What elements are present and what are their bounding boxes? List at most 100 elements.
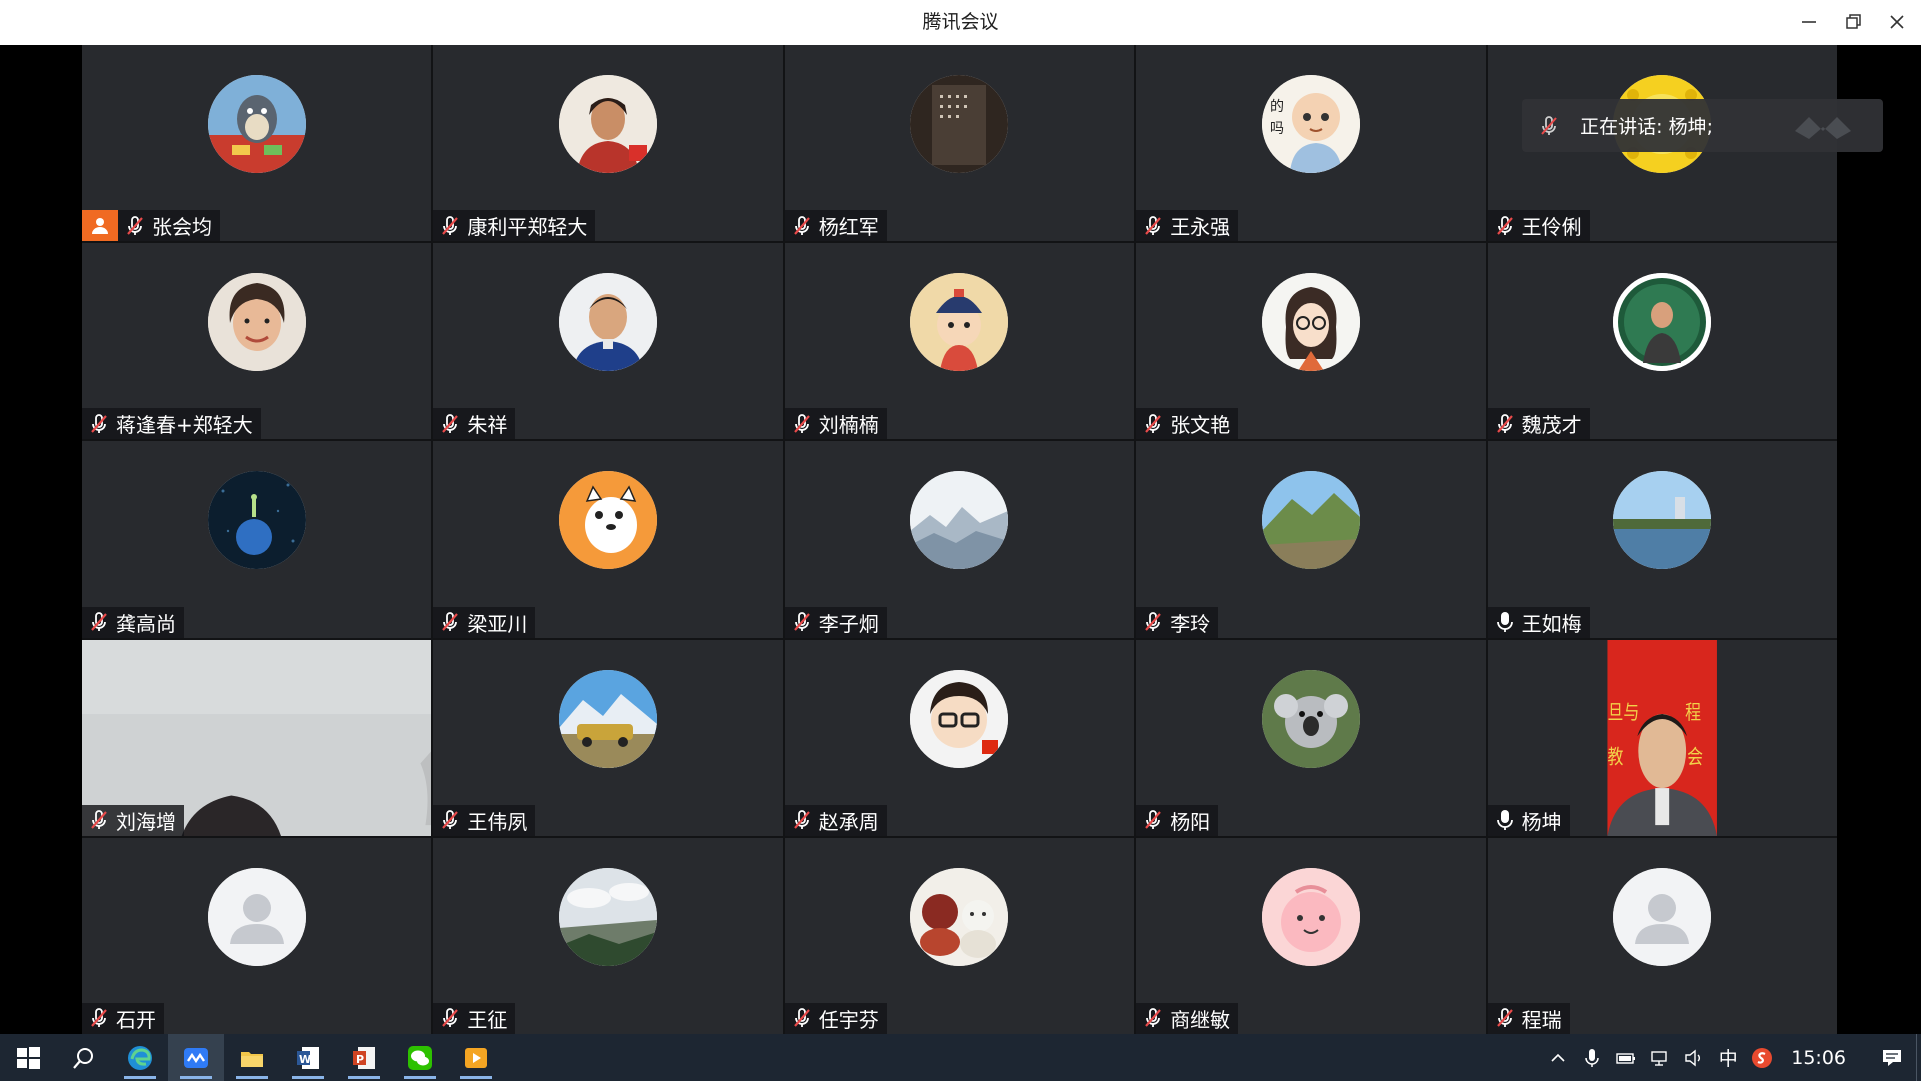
participant-tile[interactable]: 王伟夙 xyxy=(433,639,783,836)
participant-tile[interactable]: 康利平郑轻大 xyxy=(433,45,783,242)
cartoon-glasses-girl-avatar xyxy=(1261,273,1360,372)
mic-muted-icon xyxy=(1140,213,1166,239)
powerpoint-taskbar-button[interactable]: P xyxy=(336,1034,392,1081)
restore-button[interactable] xyxy=(1839,8,1867,36)
pink-cartoon-avatar xyxy=(1261,867,1360,966)
participant-tile[interactable]: 王如梅 xyxy=(1487,441,1837,638)
participant-tile[interactable]: 赵承周 xyxy=(784,639,1135,836)
show-desktop-button[interactable] xyxy=(1916,1034,1921,1081)
participant-tile[interactable]: 王征 xyxy=(433,837,783,1034)
participant-nameplate: 王伶俐 xyxy=(1487,210,1590,242)
misty-mountain-avatar xyxy=(910,471,1009,570)
lake-landscape-avatar xyxy=(1613,471,1712,570)
svg-text:吗: 吗 xyxy=(1270,121,1284,137)
participant-nameplate: 程瑞 xyxy=(1487,1002,1570,1034)
participant-tile[interactable]: 程瑞 xyxy=(1487,837,1837,1034)
man-green-frame-avatar xyxy=(1613,273,1712,372)
tencent-meeting-taskbar-button[interactable] xyxy=(168,1034,224,1081)
mic-muted-icon xyxy=(86,411,112,437)
windows-logo-icon xyxy=(14,1044,42,1072)
participant-tile[interactable]: 张会均 xyxy=(82,45,432,242)
folder-icon xyxy=(238,1044,266,1072)
participant-name: 龚高尚 xyxy=(116,611,176,636)
powerpoint-icon: P xyxy=(350,1044,378,1072)
mic-muted-icon xyxy=(1492,1005,1518,1031)
close-button[interactable] xyxy=(1883,8,1911,36)
participant-tile[interactable]: 任宇芬 xyxy=(784,837,1135,1034)
word-taskbar-button[interactable]: W xyxy=(280,1034,336,1081)
snow-mountain-car-avatar xyxy=(559,669,658,768)
koala-avatar xyxy=(1261,669,1360,768)
participant-nameplate: 李玲 xyxy=(1136,606,1219,638)
file-explorer-taskbar-button[interactable] xyxy=(224,1034,280,1081)
svg-text:会: 会 xyxy=(1687,745,1703,768)
mic-muted-icon xyxy=(86,807,112,833)
participant-nameplate: 刘楠楠 xyxy=(784,408,887,440)
sogou-ime-tray-button[interactable] xyxy=(1745,1034,1779,1081)
calligraphy-stone-avatar xyxy=(910,75,1009,173)
minimize-button[interactable] xyxy=(1795,8,1823,36)
participant-tile[interactable]: 李子炯 xyxy=(784,441,1135,638)
search-button-taskbar-button[interactable] xyxy=(56,1034,112,1081)
participant-tile[interactable]: 的吗王永强 xyxy=(1136,45,1486,242)
participant-tile[interactable]: 龚高尚 xyxy=(82,441,432,638)
svg-text:P: P xyxy=(356,1053,364,1066)
participant-nameplate: 王永强 xyxy=(1136,210,1239,242)
microphone-tray-button[interactable] xyxy=(1575,1034,1609,1081)
battery-tray-button[interactable] xyxy=(1609,1034,1643,1081)
figurines-avatar xyxy=(910,867,1009,966)
participant-nameplate: 杨坤 xyxy=(1487,804,1570,836)
participant-nameplate: 杨阳 xyxy=(1136,804,1219,836)
default-user-avatar xyxy=(1613,867,1712,966)
participant-tile[interactable]: 商继敏 xyxy=(1136,837,1486,1034)
participant-tile[interactable]: 李玲 xyxy=(1136,441,1486,638)
participant-nameplate: 商继敏 xyxy=(1136,1002,1239,1034)
wechat-taskbar-button[interactable] xyxy=(392,1034,448,1081)
chevron-up-icon xyxy=(1551,1053,1565,1062)
title-bar: 腾讯会议 xyxy=(0,0,1921,46)
video-player-taskbar-button[interactable] xyxy=(448,1034,504,1081)
participant-tile[interactable]: 刘楠楠 xyxy=(784,243,1135,440)
participant-tile[interactable]: 魏茂才 xyxy=(1487,243,1837,440)
participant-tile[interactable]: 石开 xyxy=(82,837,432,1034)
participant-name: 赵承周 xyxy=(818,809,879,834)
mic-muted-icon xyxy=(122,213,148,239)
participant-tile[interactable]: 蒋逢春+郑轻大 xyxy=(82,243,432,440)
woman-photo-avatar xyxy=(559,75,658,173)
participant-nameplate: 李子炯 xyxy=(784,606,887,638)
mic-muted-icon xyxy=(437,807,463,833)
participant-tile[interactable]: 朱祥 xyxy=(433,243,783,440)
participant-name: 李玲 xyxy=(1170,611,1211,636)
microphone-icon xyxy=(1585,1048,1599,1067)
edge-taskbar-button[interactable] xyxy=(112,1034,168,1081)
video-player-icon xyxy=(462,1044,490,1072)
participant-nameplate: 魏茂才 xyxy=(1487,408,1590,440)
participant-name: 康利平郑轻大 xyxy=(467,215,588,240)
participant-tile[interactable]: 杨红军 xyxy=(784,45,1135,242)
tencent-meeting-logo-icon xyxy=(1795,116,1851,139)
mic-muted-icon xyxy=(789,213,815,239)
participant-tile[interactable]: 张文艳 xyxy=(1136,243,1486,440)
mic-muted-icon xyxy=(86,1005,112,1031)
action-center-button[interactable] xyxy=(1868,1034,1916,1081)
network-icon xyxy=(1651,1050,1667,1066)
participant-tile[interactable]: 刘海增 xyxy=(82,639,432,836)
network-tray-button[interactable] xyxy=(1643,1034,1677,1081)
mic-muted-icon xyxy=(1140,411,1166,437)
mic-muted-icon xyxy=(789,1005,815,1031)
mic-muted-icon xyxy=(437,1005,463,1031)
participant-tile[interactable]: 梁亚川 xyxy=(433,441,783,638)
participant-nameplate: 王如梅 xyxy=(1487,606,1590,638)
volume-tray-button[interactable] xyxy=(1677,1034,1711,1081)
close-icon xyxy=(1890,15,1904,29)
participant-name: 王伶俐 xyxy=(1521,215,1582,240)
participant-name: 杨阳 xyxy=(1170,809,1211,834)
mic-muted-icon xyxy=(86,609,112,635)
show-hidden-icons-button[interactable] xyxy=(1541,1034,1575,1081)
clock[interactable]: 15:06 xyxy=(1779,1034,1868,1081)
input-method-button[interactable]: 中 xyxy=(1711,1034,1745,1081)
mic-muted-icon xyxy=(1541,115,1557,135)
start-button-taskbar-button[interactable] xyxy=(0,1034,56,1081)
participant-tile[interactable]: 旦与 程教 会杨坤 xyxy=(1487,639,1837,836)
participant-tile[interactable]: 杨阳 xyxy=(1136,639,1486,836)
